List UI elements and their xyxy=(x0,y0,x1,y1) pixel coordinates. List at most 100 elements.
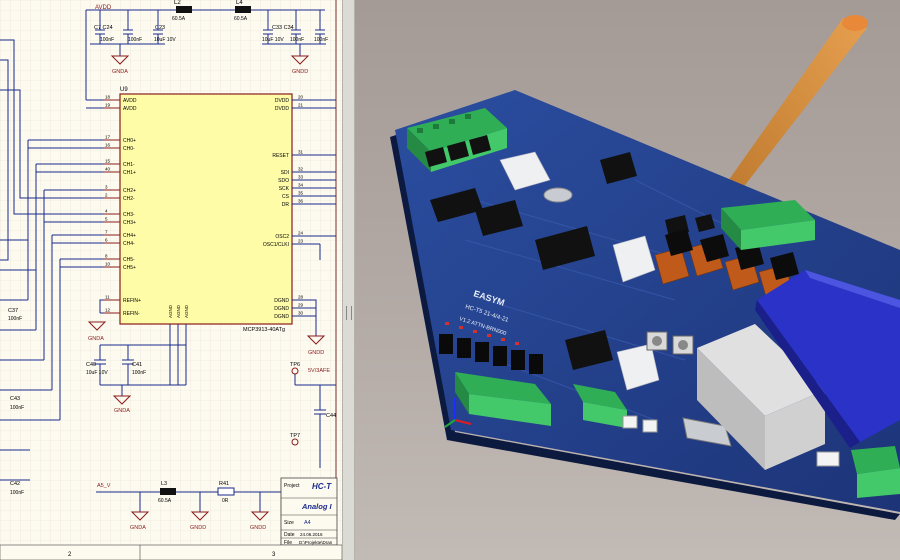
c43-label: C43 xyxy=(10,396,20,402)
ic-pin-number: 35 xyxy=(298,191,304,196)
c41-label: C41 xyxy=(132,362,142,368)
c40-value: 10uF 10V xyxy=(86,370,108,376)
ic-pin-name: CS xyxy=(282,194,290,200)
ic-pin-number: 17 xyxy=(105,135,111,140)
ic-pin-number: 34 xyxy=(298,183,304,188)
title-project-label: Project xyxy=(284,483,300,489)
ic-pin-number: 16 xyxy=(105,143,111,148)
l2-value: 60.5A xyxy=(172,16,186,22)
vref-label: 5V/3AFE xyxy=(308,368,330,374)
l4-label: L4 xyxy=(236,0,243,6)
ic-pin-name: AGND xyxy=(168,304,173,318)
l3-label: L3 xyxy=(161,481,167,487)
c42-value: 100nF xyxy=(10,490,24,496)
gnd-label: GNDD xyxy=(308,350,324,356)
a5v-label: A5_V xyxy=(97,483,111,489)
ic-pin-name: DVDD xyxy=(275,98,290,104)
title-block[interactable]: Project HC-T Analog I Size A4 Date 24.06… xyxy=(280,477,338,546)
title-size-value: A4 xyxy=(304,520,311,526)
ic-pin-name: AGND xyxy=(184,304,189,318)
l4-value: 60.5A xyxy=(234,16,248,22)
ic-pin-number: 23 xyxy=(298,239,304,244)
ic-pin-number: 40 xyxy=(105,167,111,172)
pcb-3d-view[interactable]: EASYM HC-T5 21-4/4-21 V1.2 ATTN-BRN000 xyxy=(355,0,900,560)
resistor-r41[interactable] xyxy=(217,487,235,496)
ic-pin-name: CH2- xyxy=(123,196,135,202)
ic-pin-name: CH4+ xyxy=(123,233,136,239)
cap-value: 10uF 10V xyxy=(154,37,176,43)
ic-pin-name: AVDD xyxy=(123,106,137,112)
c41-value: 100nF xyxy=(132,370,146,376)
pane-splitter[interactable] xyxy=(342,0,355,560)
ic-pin-name: CH3+ xyxy=(123,220,136,226)
ic-pin-name: DVDD xyxy=(275,106,290,112)
ic-pin-name: CH5- xyxy=(123,257,135,263)
zone-ruler xyxy=(0,544,342,560)
ic-pin-name: DGND xyxy=(274,298,289,304)
ic-pin-name: CH0+ xyxy=(123,138,136,144)
ic-pin-name: CH0- xyxy=(123,146,135,152)
schematic-canvas[interactable]: AVDD L2 60.5A C7 C24 C23 100nF 100nF 10u… xyxy=(0,0,342,560)
ic-pin-number: 36 xyxy=(298,199,304,204)
ic-pin-name: OSC1/CLKI xyxy=(263,242,289,248)
c44-label: C44 xyxy=(326,413,336,419)
crystal[interactable] xyxy=(543,187,573,203)
c40-label: C40 xyxy=(86,362,96,368)
title-project-value: HC-T xyxy=(312,482,332,491)
ic-pin-number: 20 xyxy=(298,95,304,100)
inductor-l3[interactable] xyxy=(160,488,176,495)
ic-pin-number: 30 xyxy=(298,311,304,316)
title-date-label: Date xyxy=(284,532,295,538)
ic-pin-number: 19 xyxy=(105,103,111,108)
pcb-3d-canvas[interactable]: EASYM HC-T5 21-4/4-21 V1.2 ATTN-BRN000 xyxy=(355,0,900,560)
title-size-label: Size xyxy=(284,520,294,526)
ic-pin-name: OSC2 xyxy=(275,234,289,240)
ic-pin-name: SDI xyxy=(281,170,289,176)
ic-pin-name: AGND xyxy=(176,304,181,318)
c33-c34-label: C33 C34 xyxy=(272,25,294,31)
splitter-grip[interactable] xyxy=(346,306,352,320)
l2-label: L2 xyxy=(174,0,181,6)
inductor-l4[interactable] xyxy=(235,6,251,13)
gnd-label: GNDD xyxy=(292,69,308,75)
ic-pin-number: 21 xyxy=(298,103,304,108)
ic-pin-name: CH5+ xyxy=(123,265,136,271)
ic-pin-number: 10 xyxy=(105,262,111,267)
ic-u9[interactable]: U9 MCP3913-40ATg 18 AVDD 19 AVDD 17 CH0+ 16 CH0… xyxy=(104,87,308,333)
ic-pin-name: SCK xyxy=(279,186,290,192)
l3-value: 60.5A xyxy=(158,498,172,504)
cap-value: 100nF xyxy=(100,37,114,43)
ic-pin-name: DGND xyxy=(274,306,289,312)
cap-value: 10uF 10V xyxy=(262,37,284,43)
ic-pin-number: 12 xyxy=(105,308,111,313)
connector-bottom-right[interactable] xyxy=(851,446,900,498)
ic-pin-name: CH4- xyxy=(123,241,135,247)
ic-pin-name: CH2+ xyxy=(123,188,136,194)
ic-pin-number: 18 xyxy=(105,95,111,100)
schematic-editor[interactable]: AVDD L2 60.5A C7 C24 C23 100nF 100nF 10u… xyxy=(0,0,342,560)
gnd-label: GNDA xyxy=(130,525,146,531)
ic-pin-number: 28 xyxy=(298,295,304,300)
ic-pin-number: 31 xyxy=(298,150,304,155)
gnd-label: GNDA xyxy=(112,69,128,75)
gnd-label: GNDA xyxy=(88,336,104,342)
c37-label: C37 xyxy=(8,308,18,314)
ic-pin-name: CH3- xyxy=(123,212,135,218)
cap-value: 100nF xyxy=(128,37,142,43)
ic-pin-name: SDO xyxy=(278,178,289,184)
ic-pin-number: 11 xyxy=(105,295,110,300)
cap-value: 100nF xyxy=(290,37,304,43)
ic-pin-name: DR xyxy=(282,202,290,208)
r41-label: R41 xyxy=(219,481,229,487)
ic-pin-name: REFIN- xyxy=(123,311,140,317)
ic-pin-number: 15 xyxy=(105,159,111,164)
ic-pin-name: CH1- xyxy=(123,162,135,168)
ic-pin-name: REFIN+ xyxy=(123,298,141,304)
ic-refdes: U9 xyxy=(120,87,128,93)
ic-pin-number: 32 xyxy=(298,167,304,172)
c42-label: C42 xyxy=(10,481,20,487)
c43-value: 100nF xyxy=(10,405,24,411)
inductor-l2[interactable] xyxy=(176,6,192,13)
tp6-label: TP6 xyxy=(290,362,300,368)
title-file-value: D:\Projekte\Dran xyxy=(299,540,333,545)
